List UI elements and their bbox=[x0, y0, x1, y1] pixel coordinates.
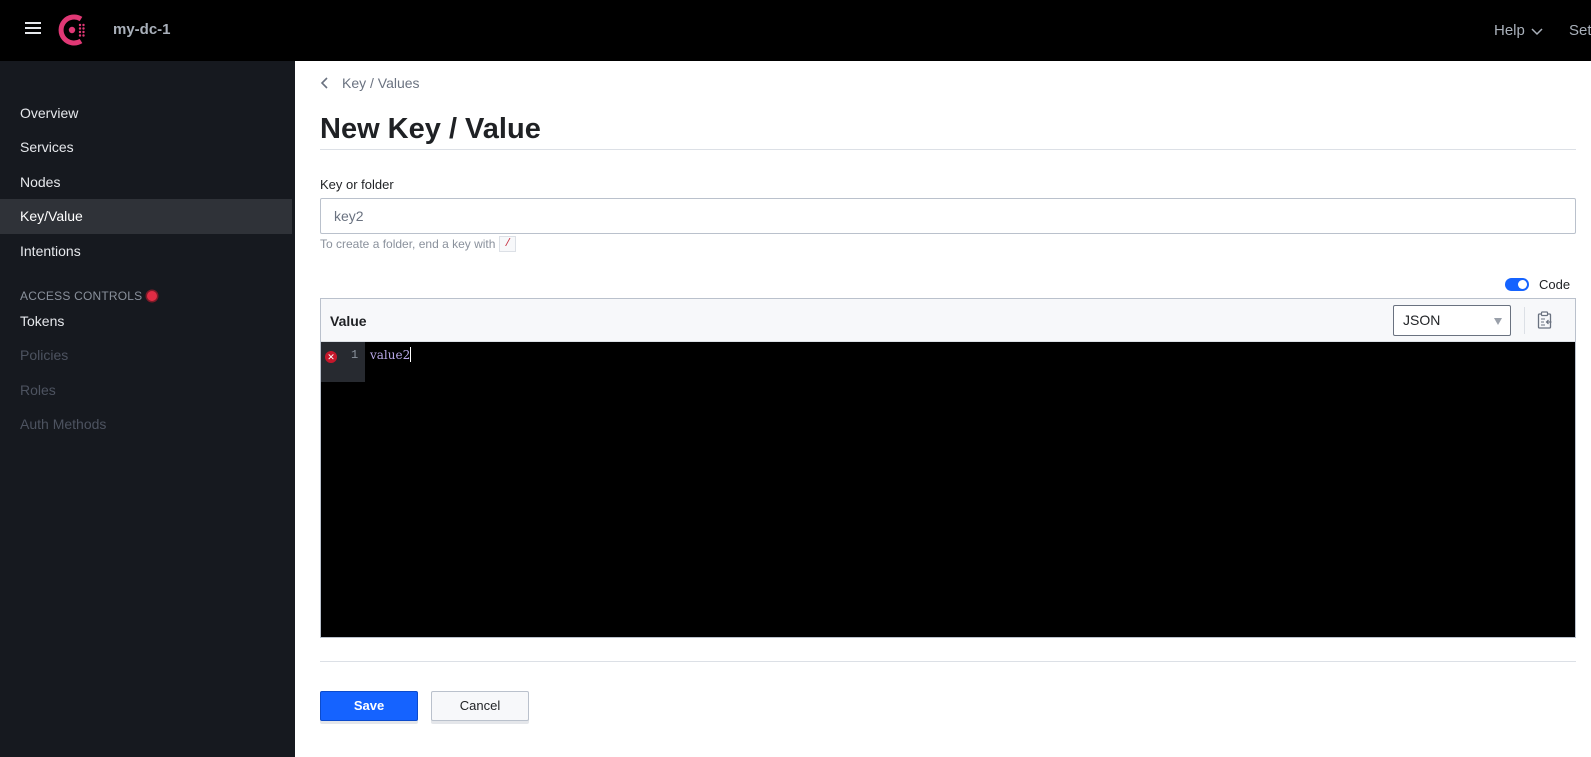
cancel-button[interactable]: Cancel bbox=[431, 691, 529, 721]
sidebar-item-overview[interactable]: Overview bbox=[0, 96, 292, 131]
help-text-label: To create a folder, end a key with bbox=[320, 237, 496, 251]
menu-icon[interactable] bbox=[25, 22, 41, 36]
toggle-switch[interactable] bbox=[1505, 278, 1529, 291]
editor-label: Value bbox=[330, 313, 367, 329]
dropdown-caret-icon bbox=[1494, 318, 1502, 325]
clipboard-copy-icon[interactable] bbox=[1537, 311, 1553, 329]
help-label: Help bbox=[1494, 22, 1525, 39]
divider bbox=[320, 149, 1576, 150]
code-toggle-label: Code bbox=[1539, 277, 1571, 292]
chevron-down-icon bbox=[1531, 27, 1543, 35]
alert-dot-icon bbox=[147, 291, 158, 301]
divider bbox=[1524, 307, 1525, 334]
language-select[interactable]: JSON bbox=[1393, 305, 1511, 336]
value-editor: Value JSON ✕ 1 value2 bbox=[320, 298, 1576, 638]
text-cursor bbox=[410, 347, 411, 362]
code-line[interactable]: value2 bbox=[370, 348, 410, 362]
chevron-left-icon bbox=[320, 77, 328, 89]
access-controls-label: ACCESS CONTROLS bbox=[20, 289, 143, 303]
key-field-label: Key or folder bbox=[320, 177, 394, 192]
sidebar-item-tokens[interactable]: Tokens bbox=[0, 304, 292, 339]
editor-header: Value JSON bbox=[321, 299, 1575, 342]
settings-link[interactable]: Settings bbox=[1569, 22, 1591, 39]
sidebar-item-auth-methods: Auth Methods bbox=[20, 416, 107, 432]
sidebar-item-services[interactable]: Services bbox=[0, 130, 292, 165]
key-input[interactable] bbox=[320, 198, 1576, 234]
sidebar-item-roles: Roles bbox=[20, 382, 56, 398]
help-menu[interactable]: Help bbox=[1494, 22, 1543, 39]
top-navigation-bar: my-dc-1 Help Settings bbox=[0, 0, 1591, 61]
breadcrumb-link[interactable]: Key / Values bbox=[342, 75, 420, 91]
sidebar: Overview Services Nodes Key/Value Intent… bbox=[0, 61, 295, 757]
breadcrumb[interactable]: Key / Values bbox=[320, 75, 420, 91]
consul-logo-icon[interactable] bbox=[57, 13, 91, 47]
slash-code: / bbox=[499, 236, 517, 252]
divider bbox=[320, 661, 1576, 662]
main-content: Key / Values New Key / Value Key or fold… bbox=[295, 61, 1591, 757]
line-number: 1 bbox=[351, 348, 359, 362]
save-button[interactable]: Save bbox=[320, 691, 418, 721]
language-value: JSON bbox=[1403, 312, 1441, 328]
code-editor[interactable]: ✕ 1 value2 bbox=[321, 342, 1575, 637]
editor-gutter: ✕ 1 bbox=[321, 342, 365, 382]
sidebar-item-nodes[interactable]: Nodes bbox=[0, 165, 292, 200]
sidebar-item-policies: Policies bbox=[20, 347, 69, 363]
sidebar-item-key-value[interactable]: Key/Value bbox=[0, 199, 292, 234]
error-icon[interactable]: ✕ bbox=[325, 351, 337, 363]
sidebar-item-intentions[interactable]: Intentions bbox=[0, 234, 292, 269]
datacenter-selector[interactable]: my-dc-1 bbox=[113, 21, 171, 38]
access-controls-heading: ACCESS CONTROLS bbox=[20, 289, 158, 303]
code-toggle[interactable]: Code bbox=[1505, 277, 1570, 292]
page-title: New Key / Value bbox=[320, 113, 541, 145]
key-help-text: To create a folder, end a key with / bbox=[320, 236, 517, 252]
